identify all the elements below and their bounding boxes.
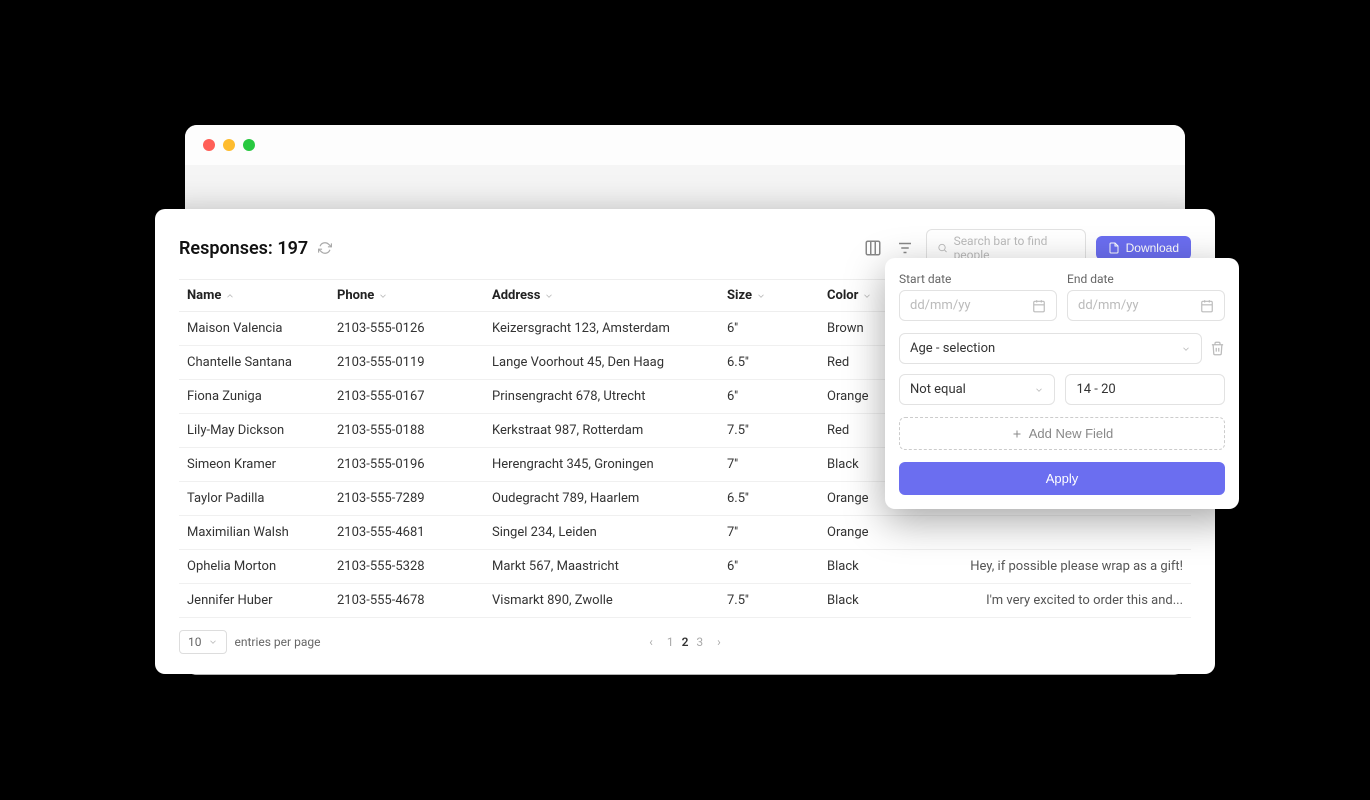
table-footer: 10 entries per page ‹ 123 › — [179, 630, 1191, 654]
download-icon — [1108, 242, 1120, 254]
trash-icon[interactable] — [1210, 341, 1225, 356]
cell-phone: 2103-555-4681 — [329, 516, 484, 550]
start-date-label: Start date — [899, 272, 1057, 286]
refresh-icon[interactable] — [318, 241, 332, 255]
add-field-button[interactable]: Add New Field — [899, 417, 1225, 450]
end-date-input[interactable]: dd/mm/yy — [1067, 290, 1225, 321]
cell-size: 6'' — [719, 312, 819, 346]
sort-icon — [544, 291, 554, 301]
cell-size: 6.5'' — [719, 482, 819, 516]
filter-operator-select[interactable]: Not equal — [899, 374, 1055, 405]
pager-page[interactable]: 1 — [667, 635, 674, 649]
sort-icon — [862, 291, 872, 301]
responses-label: Responses: — [179, 238, 273, 259]
cell-phone: 2103-555-7289 — [329, 482, 484, 516]
cell-name: Lily-May Dickson — [179, 414, 329, 448]
pager-prev[interactable]: ‹ — [649, 635, 653, 649]
responses-value: 197 — [277, 238, 308, 259]
cell-name: Maison Valencia — [179, 312, 329, 346]
pager: ‹ 123 › — [649, 635, 721, 649]
start-date-input[interactable]: dd/mm/yy — [899, 290, 1057, 321]
per-page-value: 10 — [188, 635, 202, 649]
cell-address: Prinsengracht 678, Utrecht — [484, 380, 719, 414]
cell-address: Kerkstraat 987, Rotterdam — [484, 414, 719, 448]
cell-size: 7'' — [719, 448, 819, 482]
plus-icon — [1011, 428, 1023, 440]
cell-phone: 2103-555-0119 — [329, 346, 484, 380]
table-row[interactable]: Ophelia Morton2103-555-5328Markt 567, Ma… — [179, 550, 1191, 584]
table-row[interactable]: Jennifer Huber2103-555-4678Vismarkt 890,… — [179, 584, 1191, 618]
cell-color: Black — [819, 550, 909, 584]
window-controls — [185, 125, 1185, 165]
filter-value-input[interactable]: 14 - 20 — [1065, 374, 1225, 405]
sort-asc-icon — [225, 291, 235, 301]
col-address[interactable]: Address — [484, 280, 719, 312]
search-icon — [937, 242, 948, 254]
window-minimize-dot[interactable] — [223, 139, 235, 151]
cell-note — [909, 516, 1191, 550]
cell-note: Hey, if possible please wrap as a gift! — [909, 550, 1191, 584]
download-label: Download — [1126, 241, 1179, 255]
cell-address: Singel 234, Leiden — [484, 516, 719, 550]
cell-phone: 2103-555-0126 — [329, 312, 484, 346]
cell-name: Simeon Kramer — [179, 448, 329, 482]
per-page-select[interactable]: 10 — [179, 630, 227, 654]
apply-button[interactable]: Apply — [899, 462, 1225, 495]
sort-icon — [378, 291, 388, 301]
pager-next[interactable]: › — [717, 635, 721, 649]
cell-name: Maximilian Walsh — [179, 516, 329, 550]
cell-address: Keizersgracht 123, Amsterdam — [484, 312, 719, 346]
responses-count: Responses: 197 — [179, 238, 332, 259]
calendar-icon — [1032, 299, 1046, 313]
cell-phone: 2103-555-5328 — [329, 550, 484, 584]
end-date-label: End date — [1067, 272, 1225, 286]
window-zoom-dot[interactable] — [243, 139, 255, 151]
col-size[interactable]: Size — [719, 280, 819, 312]
cell-size: 7.5'' — [719, 584, 819, 618]
cell-color: Orange — [819, 516, 909, 550]
window-close-dot[interactable] — [203, 139, 215, 151]
cell-address: Herengracht 345, Groningen — [484, 448, 719, 482]
cell-note: I'm very excited to order this and... — [909, 584, 1191, 618]
per-page-label: entries per page — [235, 635, 321, 649]
cell-size: 6'' — [719, 550, 819, 584]
cell-size: 7.5'' — [719, 414, 819, 448]
cell-address: Vismarkt 890, Zwolle — [484, 584, 719, 618]
cell-phone: 2103-555-0196 — [329, 448, 484, 482]
download-button[interactable]: Download — [1096, 236, 1191, 260]
cell-name: Jennifer Huber — [179, 584, 329, 618]
chevron-down-icon — [208, 637, 218, 647]
cell-size: 6.5'' — [719, 346, 819, 380]
calendar-icon — [1200, 299, 1214, 313]
col-phone[interactable]: Phone — [329, 280, 484, 312]
pager-page[interactable]: 2 — [682, 635, 689, 649]
cell-size: 6'' — [719, 380, 819, 414]
cell-name: Chantelle Santana — [179, 346, 329, 380]
sort-icon — [756, 291, 766, 301]
per-page: 10 entries per page — [179, 630, 320, 654]
cell-phone: 2103-555-0167 — [329, 380, 484, 414]
cell-phone: 2103-555-0188 — [329, 414, 484, 448]
cell-phone: 2103-555-4678 — [329, 584, 484, 618]
cell-address: Markt 567, Maastricht — [484, 550, 719, 584]
cell-name: Fiona Zuniga — [179, 380, 329, 414]
columns-icon[interactable] — [862, 237, 884, 259]
chevron-down-icon — [1181, 344, 1191, 354]
col-name[interactable]: Name — [179, 280, 329, 312]
cell-name: Ophelia Morton — [179, 550, 329, 584]
cell-size: 7'' — [719, 516, 819, 550]
table-row[interactable]: Maximilian Walsh2103-555-4681Singel 234,… — [179, 516, 1191, 550]
pager-page[interactable]: 3 — [696, 635, 703, 649]
cell-name: Taylor Padilla — [179, 482, 329, 516]
cell-address: Oudegracht 789, Haarlem — [484, 482, 719, 516]
filter-field-select[interactable]: Age - selection — [899, 333, 1202, 364]
filter-popover: Start date dd/mm/yy End date dd/mm/yy Ag… — [885, 258, 1239, 509]
chevron-down-icon — [1034, 385, 1044, 395]
cell-address: Lange Voorhout 45, Den Haag — [484, 346, 719, 380]
filter-icon[interactable] — [894, 237, 916, 259]
cell-color: Black — [819, 584, 909, 618]
